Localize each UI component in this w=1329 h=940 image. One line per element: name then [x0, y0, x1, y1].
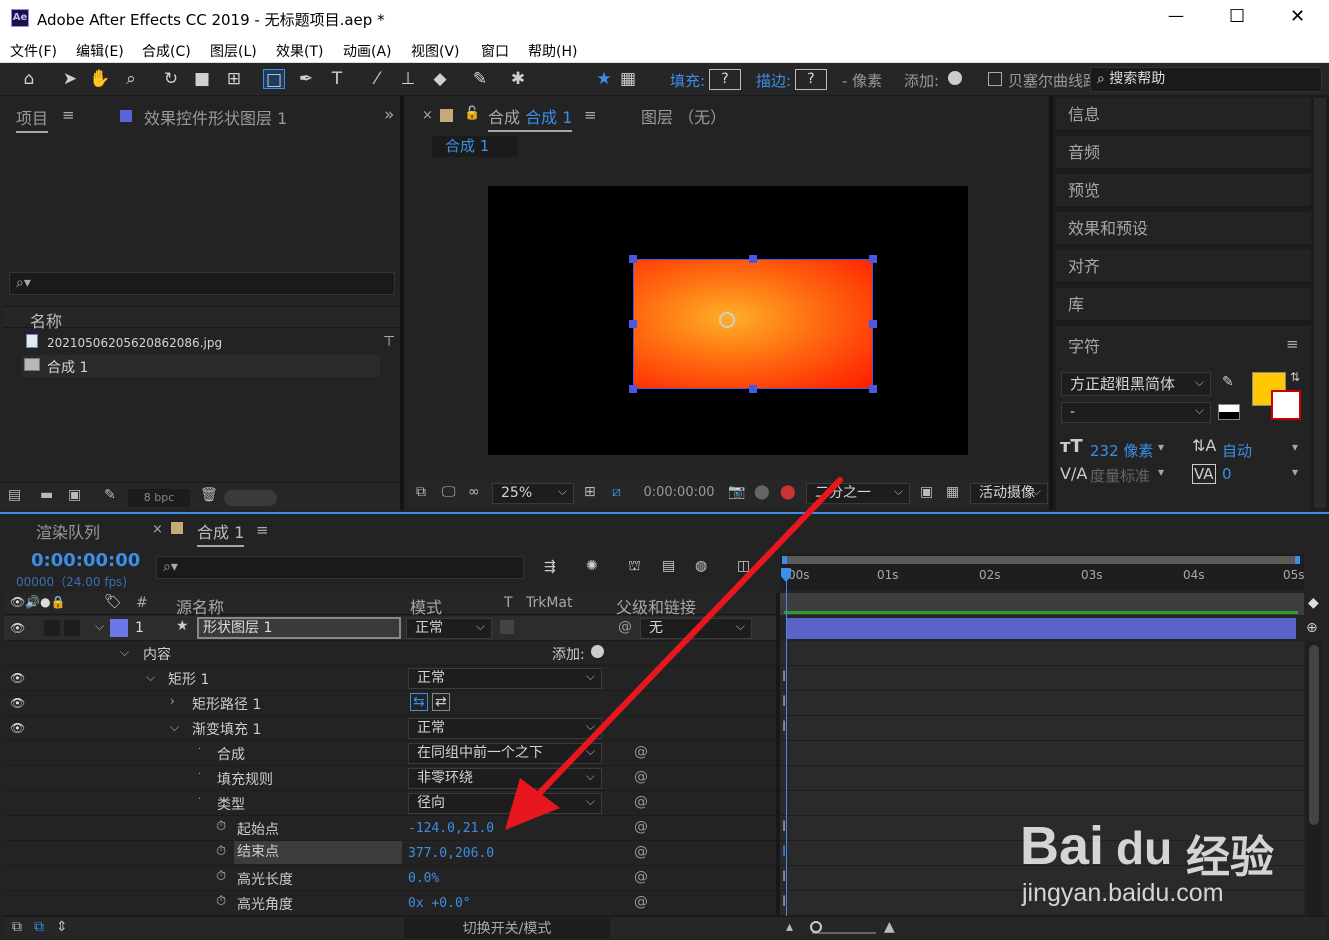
- baidu-paw-icon: du: [1116, 822, 1173, 874]
- watermark-suffix: 经验: [1186, 832, 1274, 883]
- watermark-brand: Bai: [1020, 816, 1105, 876]
- watermark-url: jingyan.baidu.com: [1022, 879, 1224, 907]
- baidu-watermark: Bai du 经验 jingyan.baidu.com: [1020, 815, 1320, 915]
- annotation-arrow: [505, 477, 843, 830]
